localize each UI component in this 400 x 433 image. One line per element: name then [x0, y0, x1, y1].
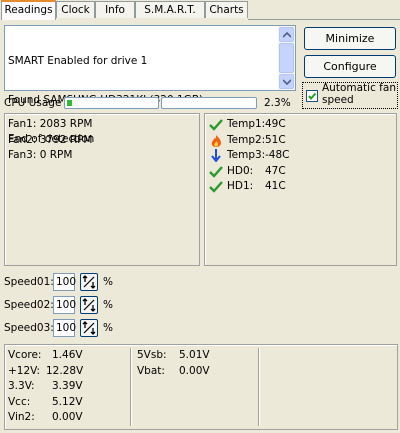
speed03-input[interactable]: 100	[53, 319, 76, 337]
voltage-row: 5Vsb: 5.01V	[137, 349, 210, 361]
speed02-label: Speed02:	[4, 299, 54, 311]
auto-fan-checkbox[interactable]	[306, 90, 318, 102]
speed01-unit: %	[103, 276, 113, 288]
voltage-row: 3.3V: 3.39V	[8, 380, 83, 392]
fan-row: Fan1: 2083 RPM	[8, 118, 93, 130]
chevron-down-icon	[283, 79, 291, 85]
temps-panel: Temp1: 49C Temp2: 51C Temp3: -48C HD0: 4…	[204, 113, 397, 266]
tab-info[interactable]: Info	[95, 1, 135, 18]
check-icon	[209, 165, 223, 178]
cpu-usage-value: 2.3%	[264, 97, 291, 109]
tab-readings[interactable]: Readings	[1, 0, 56, 20]
check-icon	[209, 119, 223, 131]
flame-icon	[211, 134, 221, 147]
speed01-spinner[interactable]	[80, 273, 98, 291]
tab-clock[interactable]: Clock	[56, 1, 95, 18]
tab-smart[interactable]: S.M.A.R.T.	[135, 1, 205, 18]
voltage-row: +12V: 12.28V	[8, 364, 84, 377]
minimize-button[interactable]: Minimize	[304, 27, 396, 50]
temp-row: Temp3: -48C	[209, 148, 389, 164]
spin-arrows-icon	[82, 321, 96, 335]
check-icon	[209, 181, 223, 193]
checkmark-icon	[308, 92, 317, 101]
configure-button[interactable]: Configure	[304, 55, 396, 78]
temp-row: HD1: 41C	[209, 179, 389, 195]
spin-arrows-icon	[82, 298, 96, 312]
tab-bar: Readings Clock Info S.M.A.R.T. Charts	[0, 0, 400, 20]
speed03-unit: %	[103, 322, 113, 334]
fan-row: Fan3: 0 RPM	[8, 149, 73, 161]
tab-divider	[248, 19, 400, 20]
temp-row: HD0: 47C	[209, 164, 389, 180]
log-scrollbar[interactable]	[278, 26, 295, 90]
speed01-input[interactable]: 100	[53, 273, 76, 291]
voltage-row: Vcore: 1.46V	[8, 349, 83, 361]
speed02-unit: %	[103, 299, 113, 311]
scroll-down-button[interactable]	[279, 74, 294, 89]
fans-panel: Fan1: 2083 RPM Fan2: 3792 RPM Fan3: 0 RP…	[4, 113, 200, 266]
voltage-separator	[130, 348, 131, 426]
voltage-row: Vcc: 5.12V	[8, 395, 83, 408]
detection-log[interactable]: SMART Enabled for drive 1 Found SAMSUNG …	[4, 25, 296, 145]
spin-arrows-icon	[82, 275, 96, 289]
log-line: SMART Enabled for drive 1	[8, 55, 148, 67]
speed03-spinner[interactable]	[80, 319, 98, 337]
temp-row: Temp1: 49C	[209, 117, 389, 133]
voltage-row: Vin2: 0.00V	[8, 411, 83, 423]
cpu-usage-bar	[64, 97, 159, 109]
voltage-row: Vbat: 0.00V	[137, 364, 210, 377]
speed02-spinner[interactable]	[80, 296, 98, 314]
speed03-label: Speed03:	[4, 322, 54, 334]
scroll-up-button[interactable]	[279, 27, 294, 42]
tab-charts[interactable]: Charts	[205, 1, 248, 18]
scroll-thumb[interactable]	[279, 43, 294, 73]
auto-fan-label[interactable]: Automatic fan speed	[322, 82, 398, 106]
cpu-usage-fill	[67, 100, 72, 106]
voltages-panel: Vcore: 1.46V +12V: 12.28V 3.3V: 3.39V Vcc: 5…	[4, 344, 398, 430]
voltage-separator	[258, 348, 259, 426]
speed02-input[interactable]: 100	[53, 296, 76, 314]
temp-row: Temp2: 51C	[209, 133, 389, 149]
fan-row: Fan2: 3792 RPM	[8, 133, 93, 146]
arrow-down-icon	[211, 149, 221, 162]
cpu-usage-bar-secondary	[161, 97, 257, 109]
cpu-usage-label: CPU Usage	[4, 97, 62, 109]
speed01-label: Speed01:	[4, 276, 54, 288]
chevron-up-icon	[283, 32, 291, 38]
